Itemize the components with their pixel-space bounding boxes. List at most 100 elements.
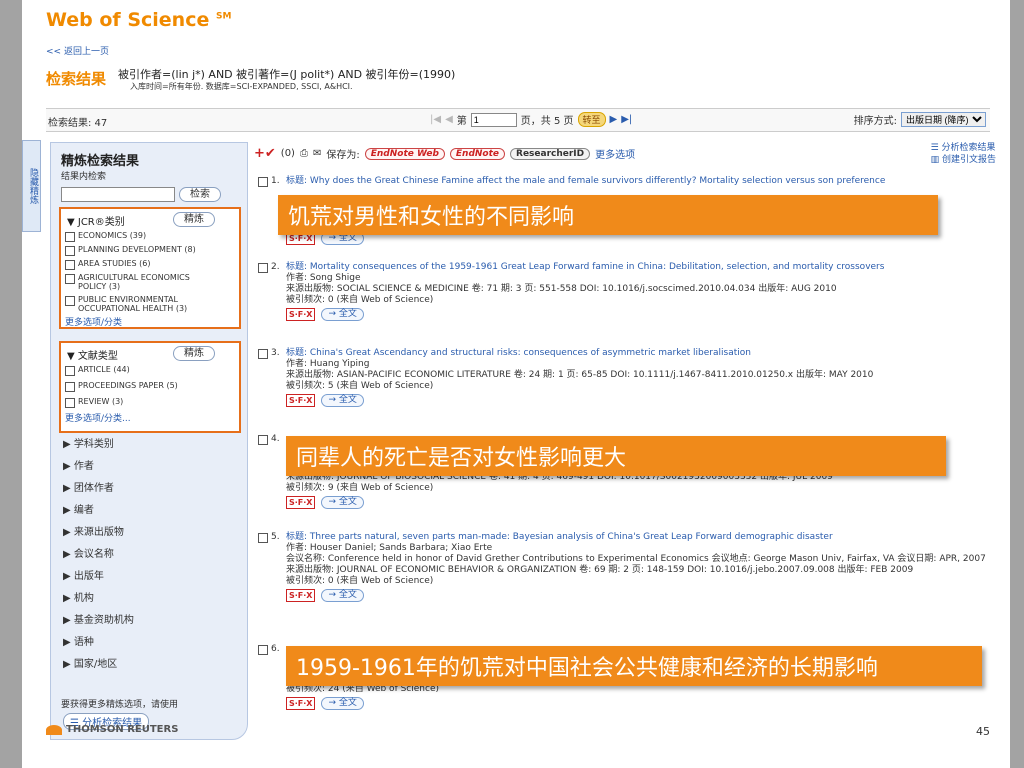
sfx-button[interactable]: S·F·X <box>286 308 316 321</box>
facet-item[interactable]: AREA STUDIES (6) <box>65 259 150 270</box>
doctype-facet-title[interactable]: ▼ 文献类型 <box>67 347 118 362</box>
record-cited: 被引频次: 0 (来自 Web of Science) <box>286 576 434 586</box>
record-checkbox[interactable] <box>258 533 268 543</box>
more-options-link[interactable]: 更多选项 <box>595 146 635 161</box>
sfx-button[interactable]: S·F·X <box>286 589 316 602</box>
fulltext-button[interactable]: → 全文 <box>321 496 364 509</box>
facet-item[interactable]: PUBLIC ENVIRONMENTAL OCCUPATIONAL HEALTH… <box>65 295 215 313</box>
citation-report-link[interactable]: ▥ 创建引文报告 <box>931 154 996 166</box>
checkbox[interactable] <box>65 246 75 256</box>
checkbox[interactable] <box>65 260 75 270</box>
logo-sup: SM <box>215 11 232 22</box>
category-editor[interactable]: ▶ 编者 <box>63 501 94 516</box>
record-checkbox[interactable] <box>258 263 268 273</box>
search-within-input[interactable] <box>61 187 175 202</box>
record-title[interactable]: 标题: Mortality consequences of the 1959-1… <box>286 262 996 273</box>
category-source[interactable]: ▶ 来源出版物 <box>63 523 124 538</box>
next-page-icon[interactable]: ▶ <box>610 114 618 125</box>
facet-item[interactable]: ECONOMICS (39) <box>65 231 146 242</box>
doctype-more-link[interactable]: 更多选项/分类... <box>65 411 131 424</box>
facet-item[interactable]: AGRICULTURAL ECONOMICS POLICY (3) <box>65 273 215 291</box>
sfx-button[interactable]: S·F·X <box>286 496 316 509</box>
category-language[interactable]: ▶ 语种 <box>63 633 94 648</box>
facet-item[interactable]: ARTICLE (44) <box>65 365 130 376</box>
facet-item[interactable]: PROCEEDINGS PAPER (5) <box>65 381 178 392</box>
doctype-refine-button[interactable]: 精炼 <box>173 346 215 361</box>
sort-control: 排序方式: 出版日期 (降序) <box>854 112 986 127</box>
logo-text: Web of Science <box>46 9 210 31</box>
results-tools: +✔ (0) ⎙ ✉ 保存为: EndNote Web EndNote Rese… <box>254 146 635 161</box>
record-body: 标题: Three parts natural, seven parts man… <box>286 532 996 602</box>
record-checkbox[interactable] <box>258 349 268 359</box>
record-title[interactable]: 标题: China's Great Ascendancy and structu… <box>286 348 996 359</box>
record-source: 来源出版物: JOURNAL OF ECONOMIC BEHAVIOR & OR… <box>286 565 914 575</box>
print-icon[interactable]: ⎙ <box>300 148 308 159</box>
goto-button[interactable]: 转至 <box>577 112 606 127</box>
category-author[interactable]: ▶ 作者 <box>63 457 94 472</box>
facet-label: AGRICULTURAL ECONOMICS POLICY (3) <box>78 273 190 291</box>
endnote-web-button[interactable]: EndNote Web <box>364 147 445 160</box>
record-body: 标题: China's Great Ascendancy and structu… <box>286 348 996 407</box>
checkbox[interactable] <box>65 232 75 242</box>
page-input[interactable] <box>470 112 517 127</box>
record-checkbox[interactable] <box>258 435 268 445</box>
jcr-facet-title[interactable]: ▼ JCR®类别 <box>67 213 125 228</box>
checkbox[interactable] <box>65 296 75 306</box>
fulltext-button[interactable]: → 全文 <box>321 589 364 602</box>
wos-logo: Web of Science SM <box>46 9 231 31</box>
last-page-icon[interactable]: ▶| <box>621 114 632 125</box>
email-icon[interactable]: ✉ <box>313 148 321 159</box>
checkbox[interactable] <box>65 274 75 284</box>
prev-page-icon[interactable]: ◀ <box>445 114 453 125</box>
record-author: 作者: Song Shige <box>286 273 361 283</box>
category-conference[interactable]: ▶ 会议名称 <box>63 545 114 560</box>
checkbox[interactable] <box>65 366 75 376</box>
fulltext-button[interactable]: → 全文 <box>321 308 364 321</box>
category-funding[interactable]: ▶ 基金资助机构 <box>63 611 134 626</box>
add-marked-icon[interactable]: +✔ <box>254 146 276 161</box>
researcherid-button[interactable]: ResearcherID <box>510 147 591 160</box>
first-page-icon[interactable]: |◀ <box>430 114 441 125</box>
jcr-more-link[interactable]: 更多选项/分类 <box>65 315 122 328</box>
record-conference: 会议名称: Conference held in honor of David … <box>286 554 986 564</box>
category-group-author[interactable]: ▶ 团体作者 <box>63 479 114 494</box>
checkbox[interactable] <box>65 382 75 392</box>
results-toolbar: 检索结果: 47 |◀ ◀ 第 页，共 5 页 转至 ▶ ▶| 排序方式: 出版… <box>46 108 990 132</box>
search-within-button[interactable]: 检索 <box>179 187 221 202</box>
endnote-button[interactable]: EndNote <box>449 147 506 160</box>
record-title[interactable]: 标题: Three parts natural, seven parts man… <box>286 532 996 543</box>
facet-label: PUBLIC ENVIRONMENTAL OCCUPATIONAL HEALTH… <box>78 295 188 313</box>
record-number: 1. <box>258 176 280 187</box>
category-year[interactable]: ▶ 出版年 <box>63 567 104 582</box>
fulltext-button[interactable]: → 全文 <box>321 394 364 407</box>
facet-item[interactable]: REVIEW (3) <box>65 397 123 408</box>
checkbox[interactable] <box>65 398 75 408</box>
analyze-link[interactable]: ☰ 分析检索结果 <box>931 142 996 154</box>
sfx-button[interactable]: S·F·X <box>286 697 316 710</box>
record-links: S·F·X → 全文 <box>286 496 996 509</box>
record-body: 标题: Why does the Great Chinese Famine af… <box>286 176 996 187</box>
record-num-text: 2. <box>271 262 280 272</box>
page-prefix: 第 <box>456 116 467 127</box>
facet-label: AREA STUDIES (6) <box>78 259 151 268</box>
record-number: 4. <box>258 434 280 445</box>
facet-label: ECONOMICS (39) <box>78 231 147 240</box>
facet-label: REVIEW (3) <box>78 397 124 406</box>
hide-refine-tab[interactable]: 隐藏精炼 <box>22 140 41 232</box>
back-link[interactable]: << 返回上一页 <box>46 44 109 57</box>
query-subtext: 入库时间=所有年份. 数据库=SCI-EXPANDED, SSCI, A&HCI… <box>130 82 353 91</box>
sfx-button[interactable]: S·F·X <box>286 394 316 407</box>
category-institution[interactable]: ▶ 机构 <box>63 589 94 604</box>
record-body: 被引频次: 24 (来自 Web of Science) S·F·X → 全文 <box>286 684 996 710</box>
jcr-refine-button[interactable]: 精炼 <box>173 212 215 227</box>
fulltext-button[interactable]: → 全文 <box>321 697 364 710</box>
category-country[interactable]: ▶ 国家/地区 <box>63 655 117 670</box>
facet-item[interactable]: PLANNING DEVELOPMENT (8) <box>65 245 196 256</box>
sort-select[interactable]: 出版日期 (降序) <box>901 112 986 127</box>
analyze-icon: ☰ <box>930 143 939 153</box>
record-checkbox[interactable] <box>258 645 268 655</box>
record-checkbox[interactable] <box>258 177 268 187</box>
record-num-text: 3. <box>271 348 280 358</box>
category-subject[interactable]: ▶ 学科类别 <box>63 435 114 450</box>
record-title[interactable]: 标题: Why does the Great Chinese Famine af… <box>286 176 996 187</box>
